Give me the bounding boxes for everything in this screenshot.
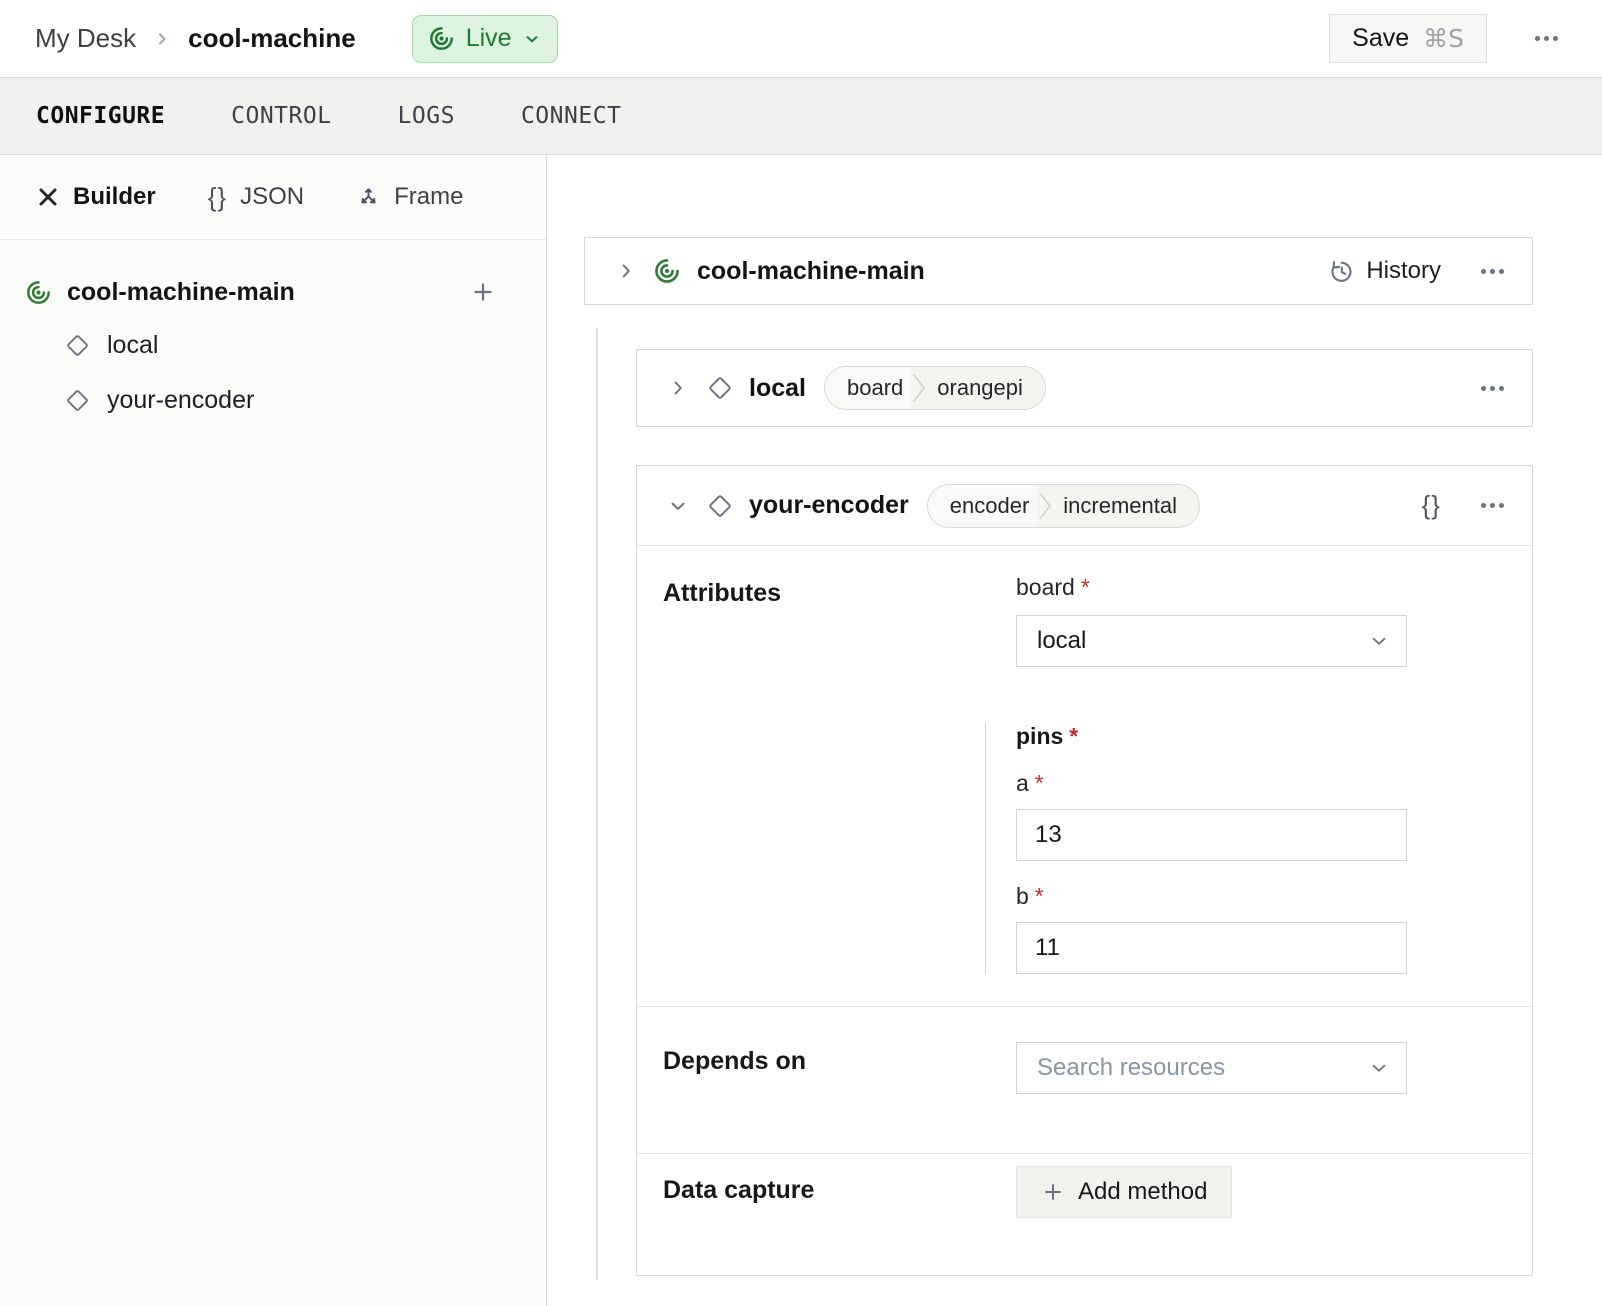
configure-main-panel: cool-machine-main History — [547, 155, 1602, 1306]
pin-a-input[interactable] — [1016, 809, 1407, 861]
tree-item-local[interactable]: local — [0, 318, 546, 373]
header-more-options-button[interactable] — [1531, 26, 1562, 51]
pin-b-input[interactable] — [1016, 922, 1407, 974]
machine-part-radio-icon — [653, 257, 681, 285]
machine-status-dropdown[interactable]: Live — [412, 15, 558, 63]
component-diamond-icon — [707, 493, 733, 519]
pin-b-label: b* — [1016, 883, 1431, 910]
local-board-card: local board orangepi — [636, 349, 1533, 427]
depends-on-search-select[interactable]: Search resources — [1016, 1042, 1407, 1094]
machine-tab-bar: CONFIGURE CONTROL LOGS CONNECT — [0, 78, 1602, 155]
save-shortcut-hint: ⌘S — [1423, 24, 1464, 53]
tree-item-machine-main-label: cool-machine-main — [67, 278, 295, 307]
your-encoder-card-header: your-encoder encoder incremental {} — [637, 466, 1532, 546]
encoder-card-more-options-button[interactable] — [1479, 495, 1506, 516]
badge-type-label: encoder — [928, 485, 1038, 527]
view-tab-frame-label: Frame — [394, 183, 463, 211]
encoder-type-model-badge: encoder incremental — [927, 484, 1200, 528]
pins-group-label: pins* — [1016, 723, 1431, 750]
pin-a-field: a* — [1016, 770, 1431, 861]
view-tab-json-label: JSON — [240, 183, 304, 211]
add-method-button-label: Add method — [1078, 1178, 1207, 1206]
collapse-encoder-card-chevron[interactable] — [663, 491, 693, 521]
required-marker: * — [1081, 574, 1090, 600]
badge-model-label: orangepi — [927, 367, 1045, 409]
badge-divider-chevron-icon — [911, 366, 927, 410]
depends-on-placeholder: Search resources — [1037, 1054, 1225, 1082]
required-marker: * — [1035, 770, 1044, 796]
local-type-model-badge: board orangepi — [824, 366, 1046, 410]
tab-control[interactable]: CONTROL — [231, 103, 331, 129]
tab-connect[interactable]: CONNECT — [521, 103, 621, 129]
history-clock-icon — [1328, 258, 1355, 285]
add-component-button[interactable] — [470, 279, 496, 305]
tree-item-your-encoder-label: your-encoder — [107, 386, 254, 415]
data-capture-section-label: Data capture — [637, 1154, 1016, 1277]
expand-machine-card-chevron[interactable] — [611, 256, 641, 286]
required-marker: * — [1069, 723, 1078, 749]
tab-logs[interactable]: LOGS — [398, 103, 455, 129]
component-diamond-icon — [707, 375, 733, 401]
attributes-section: Attributes board* local pins* — [637, 546, 1532, 1006]
frame-axes-icon — [356, 185, 381, 210]
local-card-more-options-button[interactable] — [1479, 378, 1506, 399]
data-capture-section: Data capture Add method — [637, 1153, 1532, 1277]
component-diamond-icon — [65, 333, 90, 358]
breadcrumb-root-link[interactable]: My Desk — [35, 23, 136, 54]
depends-on-section-label: Depends on — [637, 1007, 1016, 1153]
live-status-label: Live — [466, 24, 512, 53]
encoder-json-mode-button[interactable]: {} — [1422, 490, 1441, 521]
save-button[interactable]: Save ⌘S — [1329, 14, 1487, 63]
tree-item-your-encoder[interactable]: your-encoder — [0, 373, 546, 428]
tree-item-machine-main[interactable]: cool-machine-main — [0, 266, 546, 318]
local-card-title: local — [749, 374, 806, 403]
breadcrumb-current-machine: cool-machine — [188, 23, 356, 54]
machine-card-more-options-button[interactable] — [1479, 261, 1506, 282]
machine-part-radio-icon — [25, 279, 52, 306]
board-select-value: local — [1037, 627, 1086, 655]
json-braces-icon: {} — [208, 182, 227, 213]
tree-connector-line — [596, 328, 598, 1280]
chevron-down-icon — [1368, 630, 1390, 652]
view-tab-frame[interactable]: Frame — [356, 183, 463, 211]
add-method-button[interactable]: Add method — [1016, 1166, 1232, 1218]
plus-icon — [1041, 1180, 1065, 1204]
configure-sidebar: Builder {} JSON Frame — [0, 155, 547, 1306]
sidebar-view-tabs: Builder {} JSON Frame — [0, 155, 546, 240]
pins-field-group: pins* a* b* — [985, 723, 1431, 974]
badge-divider-chevron-icon — [1037, 484, 1053, 528]
chevron-down-icon — [1368, 1057, 1390, 1079]
tree-item-local-label: local — [107, 331, 158, 360]
machine-main-card-title: cool-machine-main — [697, 257, 925, 286]
component-diamond-icon — [65, 388, 90, 413]
required-marker: * — [1035, 883, 1044, 909]
pin-b-field: b* — [1016, 883, 1431, 974]
pin-a-label: a* — [1016, 770, 1431, 797]
resource-tree: cool-machine-main local your-encoder — [0, 240, 546, 428]
view-tab-builder-label: Builder — [73, 183, 156, 211]
badge-model-label: incremental — [1053, 485, 1199, 527]
expand-local-card-chevron[interactable] — [663, 373, 693, 403]
chevron-down-icon — [523, 30, 541, 48]
board-field-label: board* — [1016, 574, 1431, 601]
depends-on-section: Depends on Search resources — [637, 1006, 1532, 1153]
machine-main-card: cool-machine-main History — [584, 237, 1533, 305]
breadcrumb-separator-icon — [152, 29, 172, 49]
tab-configure[interactable]: CONFIGURE — [36, 103, 165, 129]
live-radio-icon — [428, 25, 455, 52]
your-encoder-card: your-encoder encoder incremental {} Attr… — [636, 465, 1533, 1276]
view-tab-builder[interactable]: Builder — [36, 183, 156, 211]
app-header: My Desk cool-machine Live Save ⌘S — [0, 0, 1602, 78]
badge-type-label: board — [825, 367, 911, 409]
view-tab-json[interactable]: {} JSON — [208, 182, 304, 213]
encoder-card-title: your-encoder — [749, 491, 909, 520]
history-button[interactable]: History — [1328, 257, 1441, 285]
history-button-label: History — [1366, 257, 1441, 285]
builder-tools-icon — [36, 185, 60, 209]
save-button-label: Save — [1352, 24, 1409, 53]
attributes-section-label: Attributes — [637, 546, 1016, 1006]
board-select[interactable]: local — [1016, 615, 1407, 667]
